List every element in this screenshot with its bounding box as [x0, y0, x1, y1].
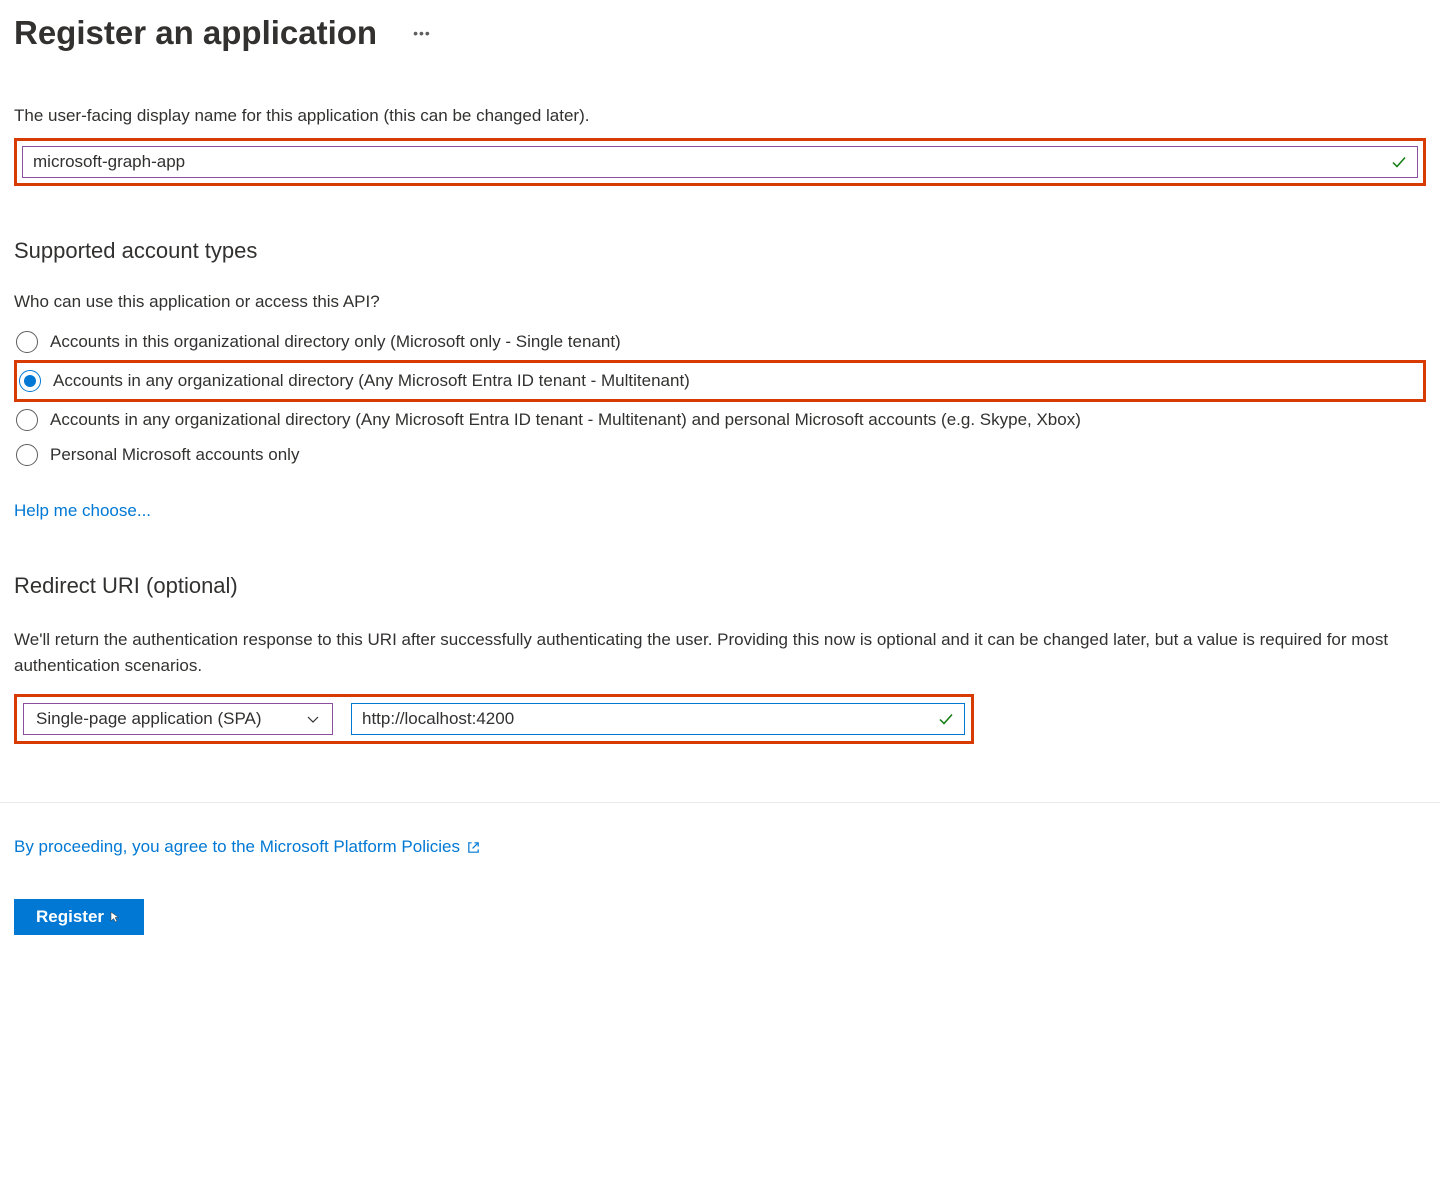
- radio-label: Accounts in this organizational director…: [50, 330, 621, 354]
- redirect-uri-heading: Redirect URI (optional): [14, 573, 1426, 599]
- cursor-icon: [110, 911, 122, 923]
- platform-policies-link[interactable]: By proceeding, you agree to the Microsof…: [14, 837, 481, 857]
- radio-multitenant-personal[interactable]: Accounts in any organizational directory…: [14, 402, 1426, 438]
- help-me-choose-link[interactable]: Help me choose...: [14, 501, 151, 521]
- radio-circle: [16, 444, 38, 466]
- checkmark-icon: [1391, 154, 1407, 170]
- supported-account-types-heading: Supported account types: [14, 238, 1426, 264]
- radio-label: Accounts in any organizational directory…: [50, 408, 1081, 432]
- register-button-label: Register: [36, 907, 104, 927]
- app-name-input[interactable]: [33, 152, 1391, 172]
- radio-single-tenant[interactable]: Accounts in this organizational director…: [14, 324, 1426, 360]
- register-button[interactable]: Register: [14, 899, 144, 935]
- name-field-description: The user-facing display name for this ap…: [14, 106, 1426, 126]
- chevron-down-icon: [306, 712, 320, 726]
- policies-text: By proceeding, you agree to the Microsof…: [14, 837, 460, 857]
- name-input-wrapper: [22, 146, 1418, 178]
- radio-circle: [19, 370, 41, 392]
- name-highlight-box: [14, 138, 1426, 186]
- platform-dropdown-value: Single-page application (SPA): [36, 709, 262, 729]
- radio-personal-only[interactable]: Personal Microsoft accounts only: [14, 437, 1426, 473]
- radio-dot: [24, 375, 36, 387]
- radio-circle: [16, 409, 38, 431]
- redirect-uri-description: We'll return the authentication response…: [14, 627, 1426, 678]
- radio-label: Personal Microsoft accounts only: [50, 443, 299, 467]
- more-icon[interactable]: •••: [413, 25, 431, 41]
- redirect-uri-input-wrapper: [351, 703, 965, 735]
- external-link-icon: [466, 840, 481, 855]
- footer-divider: [0, 802, 1440, 803]
- page-header: Register an application •••: [14, 14, 1426, 52]
- redirect-highlight-box: Single-page application (SPA): [14, 694, 974, 744]
- redirect-uri-input[interactable]: [362, 709, 938, 729]
- checkmark-icon: [938, 711, 954, 727]
- page-title: Register an application: [14, 14, 377, 52]
- account-types-question: Who can use this application or access t…: [14, 292, 1426, 312]
- platform-dropdown[interactable]: Single-page application (SPA): [23, 703, 333, 735]
- account-types-radio-group: Accounts in this organizational director…: [14, 324, 1426, 473]
- radio-circle: [16, 331, 38, 353]
- radio-multitenant[interactable]: Accounts in any organizational directory…: [14, 360, 1426, 402]
- radio-label: Accounts in any organizational directory…: [53, 369, 690, 393]
